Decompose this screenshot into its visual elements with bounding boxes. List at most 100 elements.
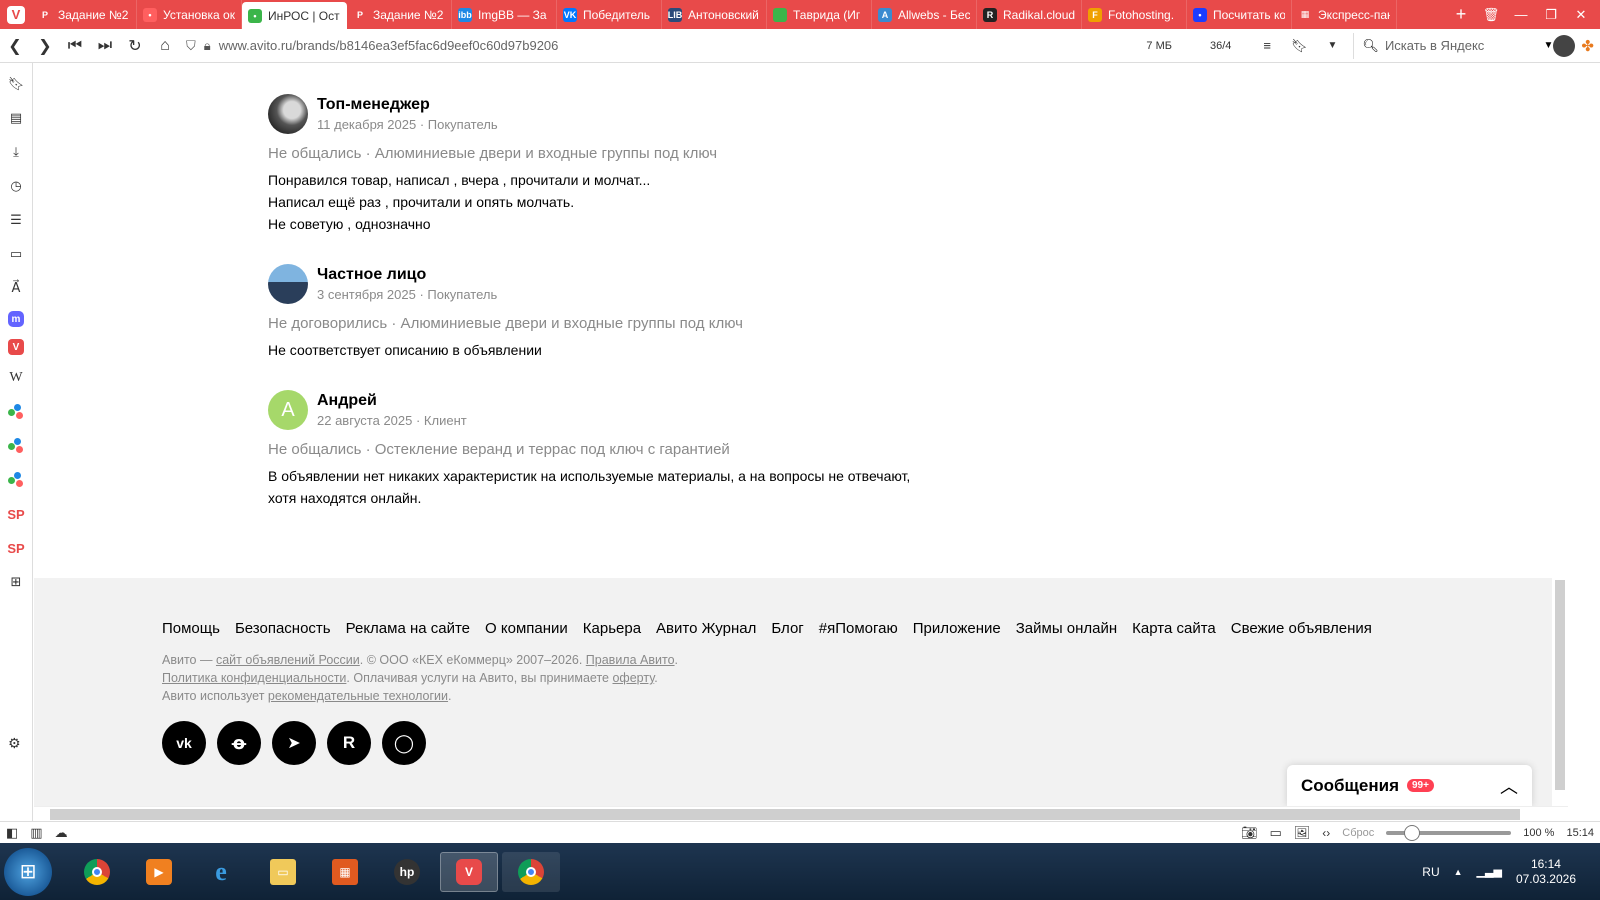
notes-icon[interactable]: ☰ — [5, 209, 27, 231]
vertical-scroll-thumb[interactable] — [1555, 580, 1565, 790]
fast-forward-button[interactable]: ⏭ — [90, 31, 120, 61]
vivaldi-panel-icon[interactable]: V — [8, 339, 24, 355]
browser-tab[interactable]: P Задание №2 — [32, 0, 137, 29]
footer-link[interactable]: Помощь — [162, 620, 220, 637]
web-panel-icon-1[interactable] — [5, 401, 27, 423]
browser-tab[interactable]: ▦ Экспресс-пан — [1292, 0, 1397, 29]
browser-tab[interactable]: ibb ImgBB — За — [452, 0, 557, 29]
link-privacy-policy[interactable]: Политика конфиденциальности — [162, 671, 346, 685]
footer-link[interactable]: Авито Журнал — [656, 620, 756, 637]
reload-button[interactable]: ↻ — [120, 31, 150, 61]
reading-list-icon[interactable]: ▤ — [5, 107, 27, 129]
minimize-button[interactable]: — — [1506, 7, 1536, 22]
messages-widget[interactable]: Сообщения 99+ ︿ — [1287, 765, 1532, 806]
reader-icon[interactable]: ≡ — [1263, 38, 1271, 53]
forward-button[interactable]: ❯ — [30, 31, 60, 61]
browser-tab[interactable]: Таврида (Иг — [767, 0, 872, 29]
footer-link[interactable]: Реклама на сайте — [346, 620, 470, 637]
footer-link[interactable]: #яПомогаю — [819, 620, 898, 637]
back-button[interactable]: ❮ — [0, 31, 30, 61]
browser-tab[interactable]: A Allwebs - Бес — [872, 0, 977, 29]
rutube-icon[interactable]: R — [327, 721, 371, 765]
footer-link[interactable]: Свежие объявления — [1231, 620, 1372, 637]
max-messenger-icon[interactable]: ◯ — [382, 721, 426, 765]
taskbar-media-player[interactable]: ▶ — [130, 852, 188, 892]
footer-link[interactable]: Займы онлайн — [1016, 620, 1117, 637]
link-site-objavleniy[interactable]: сайт объявлений России — [216, 653, 360, 667]
taskbar-chrome-2[interactable] — [502, 851, 560, 892]
sp-panel-icon-1[interactable]: SP — [5, 503, 27, 525]
bookmarks-panel-icon[interactable]: 🔖︎ — [5, 73, 27, 95]
footer-link[interactable]: Приложение — [913, 620, 1001, 637]
taskbar-chrome[interactable] — [68, 852, 126, 892]
lock-icon[interactable]: 🔒︎ — [204, 38, 211, 54]
history-icon[interactable]: ◷ — [5, 175, 27, 197]
vivaldi-menu-button[interactable]: V — [0, 0, 32, 29]
sync-cloud-icon[interactable]: ☁ — [55, 825, 68, 841]
chevron-up-icon[interactable]: ︿ — [1500, 773, 1518, 799]
taskbar-clock[interactable]: 16:14 07.03.2026 — [1516, 857, 1576, 887]
telegram-icon[interactable]: ➤ — [272, 721, 316, 765]
zoom-slider-knob[interactable] — [1404, 824, 1421, 841]
profile-avatar-icon[interactable] — [1553, 34, 1576, 57]
address-field[interactable]: ⛉ 🔒︎ www.avito.ru/brands/b8146ea3ef5fac6… — [186, 33, 1337, 59]
footer-link[interactable]: Карьера — [583, 620, 641, 637]
restore-button[interactable]: ❐ — [1536, 7, 1566, 23]
web-panel-icon-3[interactable] — [5, 469, 27, 491]
url-text[interactable]: www.avito.ru/brands/b8146ea3ef5fac6d9eef… — [219, 38, 1127, 53]
panel-toggle-icon[interactable]: ◧ — [6, 825, 18, 841]
footer-link[interactable]: Блог — [771, 620, 803, 637]
language-indicator[interactable]: RU — [1422, 865, 1439, 879]
capture-icon[interactable]: 📷︎ — [1241, 825, 1258, 841]
browser-tab[interactable]: • Посчитать ко — [1187, 0, 1292, 29]
vk-icon[interactable]: vk — [162, 721, 206, 765]
browser-tab[interactable]: R Radikal.cloud — [977, 0, 1082, 29]
horizontal-scrollbar[interactable] — [34, 806, 1568, 821]
taskbar-vivaldi[interactable]: V — [440, 851, 498, 892]
window-panel-icon[interactable]: ▭ — [5, 243, 27, 265]
image-toggle-icon[interactable]: 🖼︎ — [1294, 825, 1311, 841]
tile-tabs-icon[interactable]: ▥ — [30, 825, 42, 841]
browser-tab[interactable]: P Задание №2 — [347, 0, 452, 29]
horizontal-scroll-thumb[interactable] — [50, 809, 1520, 820]
tray-arrow-icon[interactable]: ▲ — [1454, 867, 1463, 877]
dropdown-icon[interactable]: ▼ — [1328, 40, 1338, 51]
zoom-slider[interactable] — [1386, 824, 1512, 841]
search-engine-dropdown-icon[interactable]: ▼ — [1544, 40, 1554, 51]
browser-tab[interactable]: VK Победитель — [557, 0, 662, 29]
downloads-icon[interactable]: ⤓ — [5, 141, 27, 163]
wikipedia-icon[interactable]: W — [5, 367, 27, 389]
odnoklassniki-icon[interactable]: ꝋ — [217, 721, 261, 765]
footer-link[interactable]: Карта сайта — [1132, 620, 1216, 637]
translate-icon[interactable]: A⃗ — [5, 277, 27, 299]
taskbar-explorer[interactable]: ▭ — [254, 852, 312, 892]
browser-tab[interactable]: • Установка ок — [137, 0, 242, 29]
vertical-scrollbar[interactable] — [1552, 63, 1568, 806]
page-actions-icon[interactable]: ‹› — [1322, 826, 1330, 840]
web-panel-icon-2[interactable] — [5, 435, 27, 457]
new-tab-button[interactable]: + — [1446, 0, 1476, 29]
settings-gear-icon[interactable]: ⚙ — [8, 735, 21, 752]
search-field[interactable]: 🔍︎ Искать в Яндекс ▼ — [1353, 32, 1554, 59]
link-recommendation-tech[interactable]: рекомендательные технологии — [268, 689, 448, 703]
trash-icon[interactable]: 🗑 — [1476, 7, 1506, 23]
shield-icon[interactable]: ⛉ — [186, 38, 196, 54]
close-window-button[interactable]: ✕ — [1566, 7, 1596, 23]
zoom-reset-button[interactable]: Сброс — [1342, 827, 1374, 839]
extension-icon[interactable]: ✤ — [1581, 37, 1594, 55]
taskbar-internet-explorer[interactable]: e — [192, 852, 250, 892]
bookmark-icon[interactable]: 🔖︎ — [1291, 38, 1308, 54]
footer-link[interactable]: О компании — [485, 620, 568, 637]
browser-tab[interactable]: • ИнРОС | Ост — [242, 2, 347, 29]
add-panel-icon[interactable]: ⊞ — [5, 571, 27, 593]
browser-tab[interactable]: F Fotohosting. — [1082, 0, 1187, 29]
search-input[interactable]: Искать в Яндекс — [1385, 38, 1538, 53]
taskbar-office[interactable]: ▦ — [316, 852, 374, 892]
rewind-button[interactable]: ⏮ — [60, 31, 90, 61]
footer-link[interactable]: Безопасность — [235, 620, 331, 637]
home-button[interactable]: ⌂ — [150, 31, 180, 61]
sp-panel-icon-2[interactable]: SP — [5, 537, 27, 559]
mastodon-icon[interactable]: m — [8, 311, 24, 327]
signal-icon[interactable]: ▁▃▅ — [1477, 865, 1502, 878]
browser-tab[interactable]: LIB Антоновский — [662, 0, 767, 29]
